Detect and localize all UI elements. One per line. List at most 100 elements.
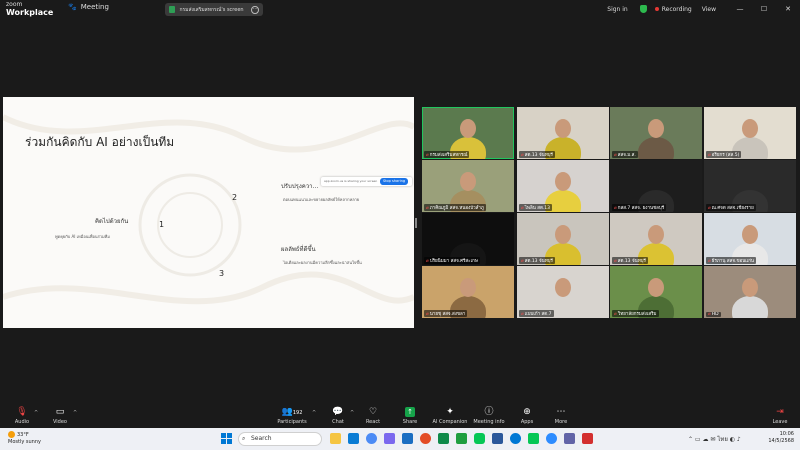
participant-tile[interactable]: ⌀กรมส่งเสริมสหกรณ์ — [422, 107, 514, 159]
excel-2-icon[interactable] — [456, 433, 467, 444]
participant-name: ⌀วิทยาลัยกรมส่งเสริม — [612, 310, 659, 317]
excel-icon[interactable] — [438, 433, 449, 444]
meeting-label: Meeting — [80, 3, 109, 11]
share-pill-text: กรมส่งเสริมสหกรณ์'s screen — [179, 6, 244, 13]
ai-companion-label: AI Companion — [432, 419, 468, 425]
participant-tile[interactable]: ⌀วิทยาลัยกรมส่งเสริม — [610, 266, 702, 318]
word-2-icon[interactable] — [492, 433, 503, 444]
participant-name-text: HD — [711, 312, 719, 317]
panel-resize-handle[interactable] — [415, 218, 417, 228]
photos-icon[interactable] — [384, 433, 395, 444]
muted-mic-icon: ⌀ — [426, 312, 429, 317]
teams-icon[interactable] — [564, 433, 575, 444]
meeting-tab[interactable]: 🐾 Meeting — [68, 3, 109, 11]
heart-icon: ♡ — [368, 407, 378, 417]
slide-background — [3, 114, 414, 305]
muted-mic-icon: ⌀ — [426, 259, 429, 264]
participant-tile[interactable]: ⌀อริยกร (สส.5) — [704, 107, 796, 159]
mail-icon[interactable] — [348, 433, 359, 444]
participant-head — [555, 278, 571, 297]
participant-tile[interactable]: ⌀สสจ.ม.ส. — [610, 107, 702, 159]
participant-tile[interactable]: ⌀ไพลิน สต.13 — [517, 160, 609, 212]
stop-sharing-button[interactable]: Stop sharing — [380, 178, 408, 185]
shared-screen: ร่วมกันคิดกับ AI อย่างเป็นทีม app.zoom.u… — [3, 97, 414, 328]
participant-name: ⌀ธีรภานุ สสจ.ขอนแก่น — [706, 257, 756, 264]
participant-tile[interactable]: ⌀สต.13 จันทบุรี — [517, 107, 609, 159]
chat-label: Chat — [332, 419, 344, 425]
participant-tile[interactable]: ⌀ปริยนิมมา สสจ.ศรีสะเกษ — [422, 213, 514, 265]
word-icon[interactable] — [402, 433, 413, 444]
participant-name-text: แบบเก้า สต.7 — [524, 312, 552, 317]
participant-head — [555, 225, 571, 244]
participant-tile[interactable]: ⌀HD — [704, 266, 796, 318]
meeting-toolbar: 🎙 Audio ^ ▭ Video ^ 👥192 Participants ^ … — [0, 404, 800, 428]
muted-mic-icon: ⌀ — [708, 312, 711, 317]
item3-subtitle: ไอเดียและผลงานมีความลึกซึ้งและน่าสนใจขึ้… — [283, 260, 362, 265]
item3-title: ผลลัพธ์ที่ดีขึ้น — [281, 246, 316, 253]
participant-tile[interactable]: ⌀ภาคิณภูมิ สสจ.หนองบัวลำภู — [422, 160, 514, 212]
leave-button[interactable]: ⇥ Leave — [760, 407, 800, 425]
participant-name-text: สต.13 จันทบุรี — [524, 259, 553, 264]
participant-tile[interactable]: ⌀สต.13 จันทบุรี — [517, 213, 609, 265]
windows-start-icon[interactable] — [221, 433, 232, 444]
copilot-icon[interactable] — [366, 433, 377, 444]
close-icon[interactable]: ✕ — [776, 5, 800, 13]
system-tray-icons[interactable]: ⌃ ▭ ☁ ✉ ไทย ◐ ♪ — [688, 434, 741, 444]
top-bar: zoom Workplace 🐾 Meeting กรมส่งเสริมสหกร… — [0, 0, 800, 18]
view-button[interactable]: View — [702, 6, 716, 13]
participant-name-text: สสจ.ม.ส. — [617, 153, 636, 158]
participant-name-text: อริยกร (สส.5) — [711, 153, 740, 158]
video-options-caret-icon[interactable]: ^ — [73, 410, 77, 416]
ai-companion-button[interactable]: ✦ AI Companion — [430, 407, 470, 425]
more-button[interactable]: ⋯ More — [541, 407, 581, 425]
participant-tile[interactable]: ⌀กสส.7 สสจ. ยงานชลบุรี — [610, 160, 702, 212]
participant-head — [742, 172, 758, 191]
participant-name: ⌀นายชุ สสจ.สงขลา — [424, 310, 468, 317]
participant-tile[interactable]: ⌀สต.13 จันทบุรี — [610, 213, 702, 265]
item2-title: ปรับปรุงควา... — [281, 183, 319, 190]
participant-name: ⌀ภาคิณภูมิ สสจ.หนองบัวลำภู — [424, 204, 486, 211]
participant-name: ⌀กรมส่งเสริมสหกรณ์ — [424, 151, 470, 158]
line-2-icon[interactable] — [528, 433, 539, 444]
audio-label: Audio — [14, 419, 30, 425]
file-explorer-icon[interactable] — [330, 433, 341, 444]
share-button[interactable]: ↑ Share — [390, 407, 430, 425]
item1-title: คิดไปด้วยกัน — [95, 218, 129, 225]
participants-button[interactable]: 👥192 Participants — [272, 407, 312, 425]
share-indicator-pill[interactable]: กรมส่งเสริมสหกรณ์'s screen ··· — [165, 3, 263, 16]
participant-tile[interactable]: ⌀แบบเก้า สต.7 — [517, 266, 609, 318]
step-number-2: 2 — [232, 193, 238, 202]
participant-tile[interactable]: ⌀นายชุ สสจ.สงขลา — [422, 266, 514, 318]
participant-name-text: กรมส่งเสริมสหกรณ์ — [429, 153, 468, 158]
minimize-icon[interactable]: — — [728, 5, 752, 13]
muted-mic-icon: ⌀ — [708, 153, 711, 158]
taskbar-search[interactable]: ⌕ Search — [238, 432, 322, 446]
recording-label[interactable]: Recording — [662, 6, 692, 13]
windows-taskbar: 33°F Mostly sunny ⌕ Search ⌃ ▭ ☁ ✉ ไทย ◐… — [0, 428, 800, 450]
zoom-icon[interactable] — [546, 433, 557, 444]
weather-widget[interactable]: 33°F Mostly sunny — [8, 431, 41, 446]
signin-button[interactable]: Sign in — [607, 6, 627, 13]
meeting-info-button[interactable]: ⓘ Meeting info — [469, 407, 509, 425]
audio-options-caret-icon[interactable]: ^ — [34, 410, 38, 416]
react-button[interactable]: ♡ React — [353, 407, 393, 425]
participant-name: ⌀สต.13 จันทบุรี — [612, 257, 648, 264]
shield-icon[interactable] — [639, 5, 647, 13]
acrobat-icon[interactable] — [582, 433, 593, 444]
more-options-icon[interactable]: ··· — [251, 5, 259, 14]
participants-options-caret-icon[interactable]: ^ — [312, 410, 316, 416]
participant-tile[interactable]: ⌀ณ.ศจต สสจ.เชียงราย — [704, 160, 796, 212]
maximize-icon[interactable]: ☐ — [752, 5, 776, 13]
participant-head — [555, 172, 571, 191]
participant-name-text: สต.13 จันทบุรี — [524, 153, 553, 158]
participants-icon: 👥192 — [281, 407, 303, 417]
apps-label: Apps — [520, 419, 534, 425]
participant-tile[interactable]: ⌀ธีรภานุ สสจ.ขอนแก่น — [704, 213, 796, 265]
muted-mic-icon: ⌀ — [521, 259, 524, 264]
line-icon[interactable] — [474, 433, 485, 444]
edge-icon[interactable] — [510, 433, 521, 444]
participant-name-text: ไพลิน สต.13 — [524, 206, 551, 211]
chrome-icon[interactable] — [420, 433, 431, 444]
clock[interactable]: 10:06 14/5/2568 — [768, 431, 794, 445]
muted-mic-icon: ⌀ — [614, 153, 617, 158]
